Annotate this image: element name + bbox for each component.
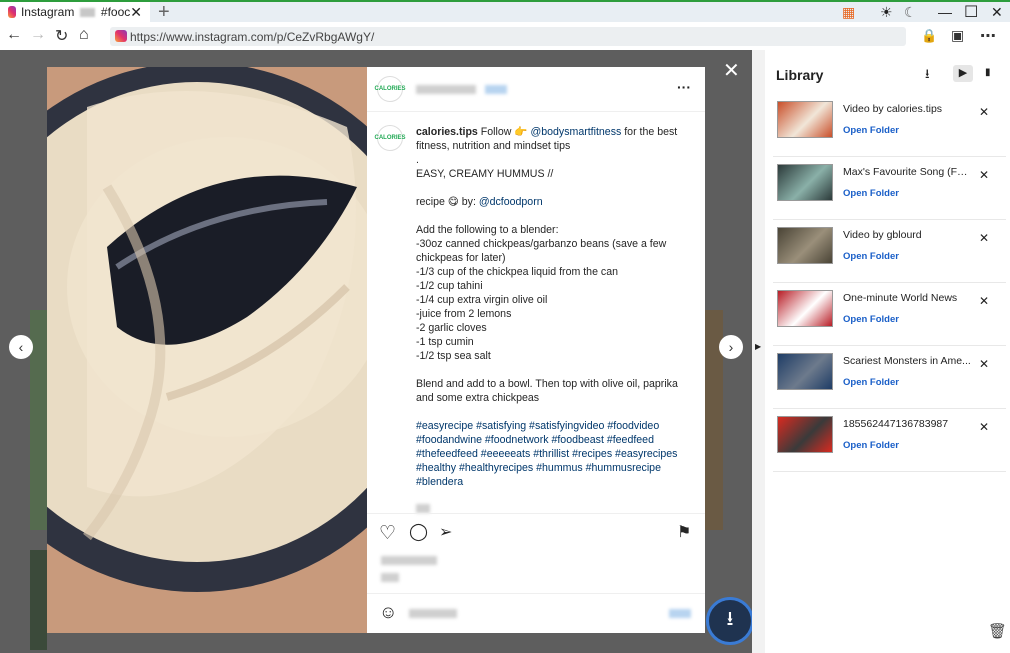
author-name-blurred bbox=[416, 85, 476, 94]
tab-title: Instagram bbox=[20, 5, 75, 19]
theme-sun-icon[interactable]: ☀ bbox=[880, 4, 893, 21]
collapse-arrow-icon[interactable]: ▶ bbox=[755, 342, 761, 351]
item-title: One-minute World News bbox=[843, 292, 958, 304]
mention-link[interactable]: @dcfoodporn bbox=[479, 196, 543, 208]
date-blurred bbox=[381, 573, 399, 582]
library-item[interactable]: Video by calories.tips Open Folder ✕ bbox=[773, 97, 1006, 157]
video-thumbnail[interactable] bbox=[777, 164, 833, 201]
home-button[interactable]: ⌂ bbox=[79, 26, 89, 44]
tab-instagram[interactable]: Instagram #fooc ✕ bbox=[0, 2, 150, 22]
lock-icon[interactable]: 🔒 bbox=[921, 28, 937, 44]
more-options-icon[interactable]: ··· bbox=[677, 79, 691, 95]
remove-item-icon[interactable]: ✕ bbox=[979, 231, 989, 245]
emoji-icon[interactable]: ☺ bbox=[379, 602, 397, 623]
remove-item-icon[interactable]: ✕ bbox=[979, 168, 989, 182]
bg-tile bbox=[30, 550, 47, 650]
tab-title-blurred bbox=[80, 7, 95, 17]
hashtags[interactable]: #easyrecipe #satisfying #satisfyingvideo… bbox=[416, 420, 680, 488]
library-item[interactable]: One-minute World News Open Folder ✕ bbox=[773, 286, 1006, 346]
video-thumbnail[interactable] bbox=[777, 290, 833, 327]
minimize-button[interactable]: — bbox=[938, 4, 952, 20]
post-media[interactable] bbox=[47, 67, 367, 633]
open-folder-link[interactable]: Open Folder bbox=[843, 251, 899, 262]
theme-moon-icon[interactable]: ☾ bbox=[904, 4, 917, 21]
sidebar-toggle[interactable]: ▶ bbox=[752, 50, 765, 653]
browser-toolbar: ← → ↻ ⌂ https://www.instagram.com/p/CeZv… bbox=[0, 22, 1010, 50]
reload-button[interactable]: ↻ bbox=[55, 26, 68, 46]
gift-icon[interactable]: ▦ bbox=[842, 4, 855, 21]
maximize-button[interactable]: ☐ bbox=[964, 2, 978, 22]
caption-text: for the best fitness, nutrition and mind… bbox=[416, 126, 678, 208]
caption-avatar[interactable]: CALORIES bbox=[375, 125, 406, 151]
window-close-button[interactable]: ✕ bbox=[991, 4, 1003, 21]
audio-tab-icon[interactable]: ▮ bbox=[985, 67, 991, 78]
instagram-icon bbox=[8, 6, 16, 18]
video-thumbnail[interactable] bbox=[777, 353, 833, 390]
close-modal-icon[interactable]: ✕ bbox=[723, 58, 740, 83]
video-thumbnail[interactable] bbox=[777, 416, 833, 453]
menu-icon[interactable]: ⋯ bbox=[980, 26, 996, 46]
tab-close-icon[interactable]: ✕ bbox=[130, 4, 142, 21]
download-fab-icon[interactable]: ⭳ bbox=[706, 597, 754, 645]
video-thumbnail[interactable] bbox=[777, 101, 833, 138]
post-caption: calories.tips Follow 👉 @bodysmartfitness… bbox=[416, 125, 686, 489]
url-text: https://www.instagram.com/p/CeZvRbgAWgY/ bbox=[130, 29, 375, 44]
save-icon[interactable]: ⚑ bbox=[677, 522, 691, 542]
follow-blurred[interactable] bbox=[485, 85, 507, 94]
mention-link[interactable]: @bodysmartfitness bbox=[530, 126, 621, 138]
caption-follow: Follow 👉 bbox=[477, 126, 531, 138]
next-post-button[interactable]: › bbox=[719, 335, 743, 359]
open-folder-link[interactable]: Open Folder bbox=[843, 440, 899, 451]
library-panel: Library ⭳ ▶ ▮ Video by calories.tips Open… bbox=[765, 50, 1010, 653]
extension-icon[interactable]: ▣ bbox=[951, 27, 964, 44]
like-icon[interactable]: ♡ bbox=[379, 522, 396, 545]
item-title: Scariest Monsters in Ame... bbox=[843, 355, 971, 367]
comment-input-blurred[interactable] bbox=[409, 609, 457, 618]
video-thumbnail[interactable] bbox=[777, 227, 833, 264]
divider bbox=[367, 111, 705, 112]
prev-post-button[interactable]: ‹ bbox=[9, 335, 33, 359]
item-title: 185562447136783987 bbox=[843, 418, 949, 430]
caption-body: Add the following to a blender: -30oz ca… bbox=[416, 224, 678, 404]
post-button-blurred[interactable] bbox=[669, 609, 691, 618]
library-item[interactable]: Max's Favourite Song (Ful... Open Folder ✕ bbox=[773, 160, 1006, 220]
open-folder-link[interactable]: Open Folder bbox=[843, 125, 899, 136]
video-tab-icon[interactable]: ▶ bbox=[953, 65, 973, 82]
library-item[interactable]: Video by gblourd Open Folder ✕ bbox=[773, 223, 1006, 283]
download-tab-icon[interactable]: ⭳ bbox=[925, 65, 930, 87]
item-title: Max's Favourite Song (Ful... bbox=[843, 166, 973, 178]
timestamp-blurred bbox=[416, 504, 430, 513]
library-item[interactable]: Scariest Monsters in Ame... Open Folder ✕ bbox=[773, 349, 1006, 409]
tab-title-end: #fooc bbox=[100, 5, 131, 19]
likes-count-blurred bbox=[381, 556, 437, 565]
remove-item-icon[interactable]: ✕ bbox=[979, 357, 989, 371]
comment-icon[interactable]: ◯ bbox=[409, 522, 428, 542]
new-tab-button[interactable]: + bbox=[158, 1, 170, 24]
library-title: Library bbox=[776, 67, 824, 83]
share-icon[interactable]: ➢ bbox=[439, 522, 452, 542]
site-icon bbox=[115, 30, 127, 42]
author-avatar[interactable]: CALORIES bbox=[375, 76, 406, 102]
library-item[interactable]: 185562447136783987 Open Folder ✕ bbox=[773, 412, 1006, 472]
tab-bar: Instagram #fooc ✕ + ▦ ☀ ☾ — ☐ ✕ bbox=[0, 0, 1010, 24]
back-button[interactable]: ← bbox=[6, 26, 22, 44]
hummus-image bbox=[47, 67, 367, 633]
open-folder-link[interactable]: Open Folder bbox=[843, 188, 899, 199]
remove-item-icon[interactable]: ✕ bbox=[979, 294, 989, 308]
remove-item-icon[interactable]: ✕ bbox=[979, 420, 989, 434]
open-folder-link[interactable]: Open Folder bbox=[843, 314, 899, 325]
item-title: Video by gblourd bbox=[843, 229, 922, 241]
open-folder-link[interactable]: Open Folder bbox=[843, 377, 899, 388]
trash-icon[interactable]: 🗑 bbox=[988, 622, 1007, 640]
post-panel: CALORIES ··· CALORIES calories.tips Foll… bbox=[367, 67, 705, 633]
address-bar[interactable]: https://www.instagram.com/p/CeZvRbgAWgY/ bbox=[110, 27, 906, 46]
divider bbox=[367, 593, 705, 594]
remove-item-icon[interactable]: ✕ bbox=[979, 105, 989, 119]
item-title: Video by calories.tips bbox=[843, 103, 943, 115]
forward-button[interactable]: → bbox=[30, 26, 46, 44]
caption-username[interactable]: calories.tips bbox=[416, 126, 478, 138]
divider bbox=[367, 513, 705, 514]
